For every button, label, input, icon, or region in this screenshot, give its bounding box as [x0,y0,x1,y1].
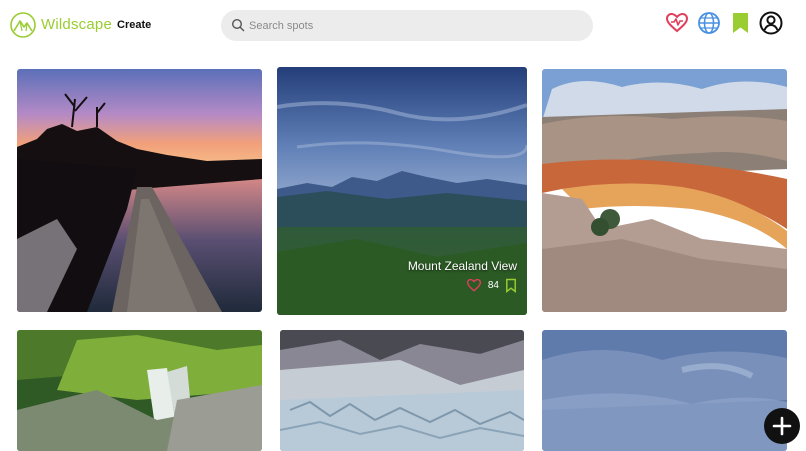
photo-card-waterfall[interactable] [17,330,262,451]
waterfall-photo [17,330,262,451]
save-bookmark-icon[interactable] [505,278,517,293]
glacier-photo [280,330,524,451]
top-header: Wildscape Create [0,0,806,50]
photo-card-desert-arch[interactable] [542,69,787,312]
search-input[interactable] [249,10,579,41]
add-spot-button[interactable] [764,408,800,444]
photo-card-sunset-pond[interactable] [17,69,262,312]
create-link[interactable]: Create [117,19,151,31]
sunset-pond-photo [17,69,262,312]
search-icon [231,18,245,32]
plus-icon [772,416,792,436]
like-heart-icon[interactable] [466,278,482,292]
photo-card-glacier[interactable] [280,330,524,451]
featured-photo-actions: 84 [466,276,517,294]
featured-photo-title: Mount Zealand View [407,259,517,273]
heart-icon[interactable] [665,11,689,35]
account-icon[interactable] [759,11,783,35]
globe-icon[interactable] [697,11,721,35]
photo-card-mount-zealand[interactable]: Mount Zealand View 84 [277,67,527,315]
brand-name[interactable]: Wildscape [41,16,112,33]
photo-card-cloudy-sky[interactable] [542,330,787,451]
wildscape-logo-icon[interactable] [10,12,36,38]
desert-arch-photo [542,69,787,312]
bookmark-icon[interactable] [729,11,753,35]
like-count: 84 [487,279,499,291]
cloudy-sky-photo [542,330,787,451]
app-page: Wildscape Create Search spots Mount Zeal… [0,0,806,451]
search-bar[interactable] [221,10,593,41]
